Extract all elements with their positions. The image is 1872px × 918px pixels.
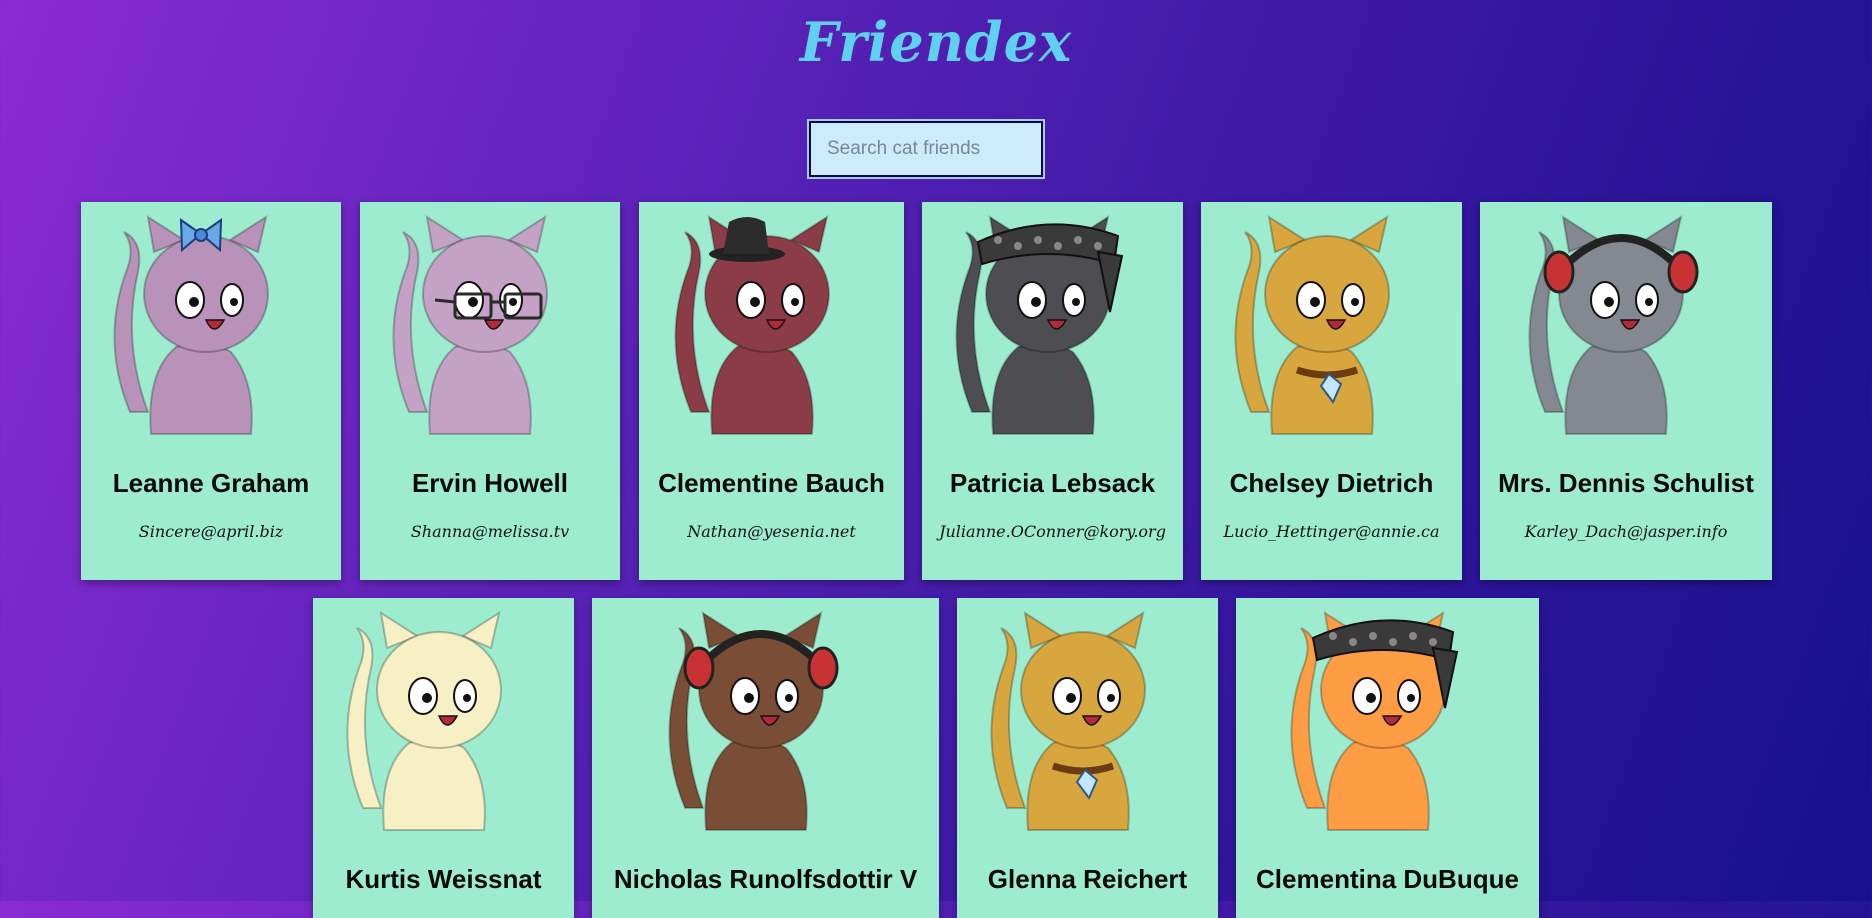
friend-name: Nicholas Runolfsdottir V — [613, 864, 918, 894]
app-title: Friendex — [799, 10, 1073, 74]
friend-name: Clementine Bauch — [658, 468, 885, 498]
friend-card[interactable]: Nicholas Runolfsdottir V — [592, 598, 939, 918]
cat-avatar — [392, 214, 548, 435]
friend-name: Mrs. Dennis Schulist — [1498, 468, 1754, 498]
cat-avatar — [1233, 214, 1390, 435]
friend-name: Chelsey Dietrich — [1229, 468, 1434, 498]
friend-card[interactable]: Ervin Howell Shanna@melissa.tv — [360, 202, 620, 580]
friend-name: Kurtis Weissnat — [345, 864, 542, 894]
friend-card[interactable]: Clementine Bauch Nathan@yesenia.net — [639, 202, 904, 580]
friend-card[interactable]: Mrs. Dennis Schulist Karley_Dach@jasper.i… — [1480, 202, 1772, 580]
friend-email: Nathan@yesenia.net — [687, 522, 856, 541]
friend-card[interactable]: Kurtis Weissnat — [313, 598, 574, 918]
friend-name: Glenna Reichert — [987, 864, 1188, 894]
friend-card[interactable]: Patricia Lebsack Julianne.OConner@kory.or… — [922, 202, 1183, 580]
search-input[interactable] — [807, 119, 1045, 179]
friend-email: Shanna@melissa.tv — [410, 522, 570, 541]
friend-card[interactable]: Leanne Graham Sincere@april.biz — [81, 202, 341, 580]
friend-email: Sincere@april.biz — [138, 522, 284, 541]
friend-email: Julianne.OConner@kory.org — [939, 522, 1166, 541]
cat-avatar — [345, 610, 502, 831]
friend-name: Clementina DuBuque — [1256, 864, 1519, 894]
friend-name: Ervin Howell — [411, 468, 569, 498]
friend-email: Lucio_Hettinger@annie.ca — [1223, 522, 1440, 541]
friend-card[interactable]: Clementina DuBuque — [1236, 598, 1539, 918]
friend-card[interactable]: Glenna Reichert — [957, 598, 1218, 918]
friend-name: Patricia Lebsack — [949, 468, 1156, 498]
friend-card[interactable]: Chelsey Dietrich Lucio_Hettinger@annie.ca — [1201, 202, 1462, 580]
friend-name: Leanne Graham — [112, 468, 310, 498]
cat-avatar — [113, 214, 269, 435]
friend-email: Karley_Dach@jasper.info — [1524, 522, 1728, 541]
cat-avatar — [989, 610, 1146, 831]
